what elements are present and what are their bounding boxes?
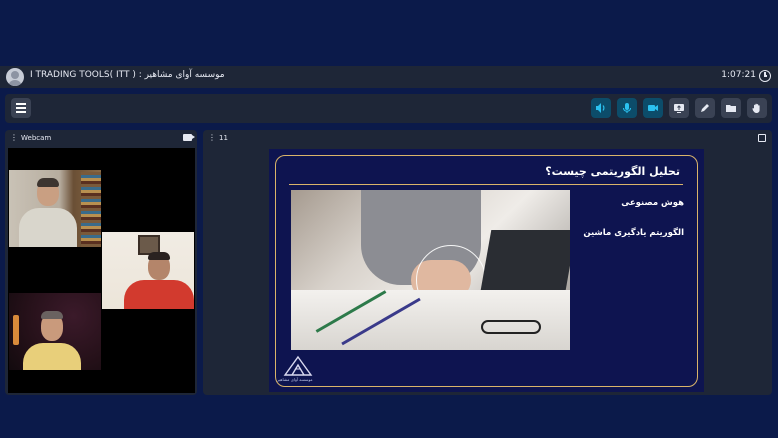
meeting-title: I TRADING TOOLS( ITT ) : موسسه آوای مشاه… bbox=[30, 70, 225, 80]
slide-title: تحلیل الگوریتمی چیست؟ bbox=[545, 165, 680, 178]
participant-body bbox=[124, 280, 194, 309]
background-lamp bbox=[13, 315, 19, 345]
microphone-icon bbox=[622, 103, 632, 113]
participant-body bbox=[19, 208, 77, 247]
video-tile[interactable] bbox=[9, 293, 101, 370]
microphone-button[interactable] bbox=[617, 98, 637, 118]
slide-bullet: الگوریتم یادگیری ماشین bbox=[583, 228, 684, 238]
presentation-slide: تحلیل الگوریتمی چیست؟ هوش مصنوعی الگوریت… bbox=[269, 149, 704, 392]
screen-share-icon bbox=[674, 104, 684, 113]
webcam-panel-header: ⋮ Webcam bbox=[5, 130, 197, 146]
raise-hand-button[interactable] bbox=[747, 98, 767, 118]
slide-image bbox=[291, 190, 570, 350]
presentation-icon[interactable] bbox=[758, 134, 766, 142]
more-options-icon[interactable]: ⋮ bbox=[208, 133, 216, 142]
presentation-panel-header: ⋮ 11 bbox=[203, 130, 772, 146]
logo-caption: موسسه آوای مشاهیر bbox=[277, 377, 313, 382]
institute-logo bbox=[283, 355, 313, 376]
camera-icon bbox=[648, 105, 658, 111]
toolbar bbox=[5, 94, 772, 123]
slide-bullet: هوش مصنوعی bbox=[621, 198, 684, 208]
folder-icon bbox=[726, 105, 736, 112]
elapsed-timer: 1:07:21 bbox=[721, 70, 756, 80]
files-button[interactable] bbox=[721, 98, 741, 118]
draw-button[interactable] bbox=[695, 98, 715, 118]
menu-button[interactable] bbox=[11, 98, 31, 118]
screen-share-button[interactable] bbox=[669, 98, 689, 118]
speaker-icon bbox=[596, 103, 605, 113]
speaker-button[interactable] bbox=[591, 98, 611, 118]
title-bar: I TRADING TOOLS( ITT ) : موسسه آوای مشاه… bbox=[0, 66, 778, 88]
bookshelf bbox=[81, 172, 101, 247]
video-camera-icon[interactable] bbox=[183, 134, 195, 141]
clock-icon bbox=[759, 70, 771, 82]
menu-icon bbox=[16, 103, 26, 105]
video-tile[interactable] bbox=[102, 232, 194, 309]
video-tile[interactable] bbox=[9, 170, 101, 247]
participant-body bbox=[23, 343, 81, 370]
avatar[interactable] bbox=[6, 68, 24, 86]
presentation-page-number: 11 bbox=[219, 134, 228, 142]
webcam-panel-title: Webcam bbox=[21, 134, 52, 142]
pen-icon bbox=[701, 104, 709, 112]
camera-button[interactable] bbox=[643, 98, 663, 118]
hand-icon bbox=[752, 103, 760, 113]
more-options-icon[interactable]: ⋮ bbox=[10, 133, 18, 142]
slide-divider bbox=[289, 184, 683, 185]
